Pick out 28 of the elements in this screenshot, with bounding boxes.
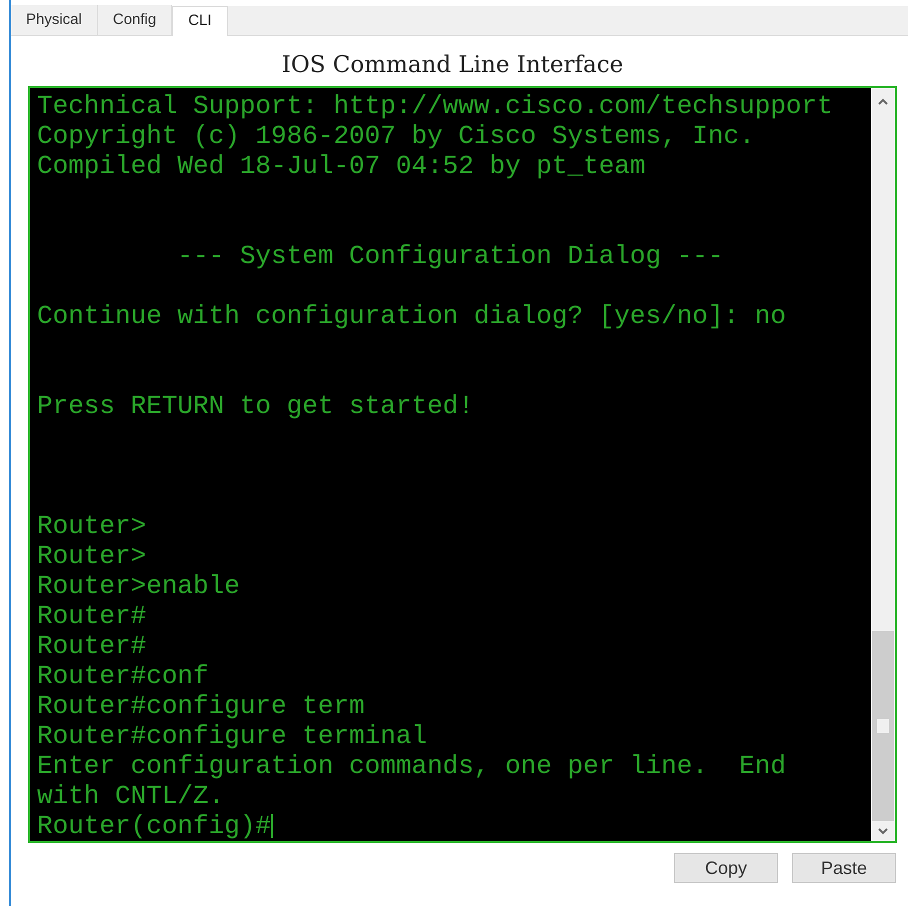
scroll-up-icon[interactable] xyxy=(877,98,889,106)
terminal-line: Compiled Wed 18-Jul-07 04:52 by pt_team xyxy=(37,151,646,181)
panel-title: IOS Command Line Interface xyxy=(282,51,624,80)
text-cursor xyxy=(271,814,274,838)
terminal-line: --- System Configuration Dialog --- xyxy=(176,241,724,271)
scrollbar-thumb[interactable] xyxy=(872,631,894,821)
terminal-line: Router#conf xyxy=(37,661,209,691)
terminal-line: Router> xyxy=(37,511,146,541)
terminal-line: Technical Support: http://www.cisco.com/techsupport xyxy=(37,91,833,121)
terminal-line: Press RETURN to get started! xyxy=(37,391,474,421)
terminal-line: with CNTL/Z. xyxy=(37,781,224,811)
terminal-line: Router# xyxy=(37,631,146,661)
terminal-line: Router> xyxy=(37,541,146,571)
action-button[interactable]: Copy xyxy=(674,853,778,883)
terminal-line: Enter configuration commands, one per line. End xyxy=(37,751,786,781)
terminal-line: Continue with configuration dialog? [yes/no]: no xyxy=(37,301,786,331)
scrollbar[interactable] xyxy=(871,88,895,841)
tab[interactable]: CLI xyxy=(172,6,228,36)
terminal-prompt: Router(config)# xyxy=(37,811,272,841)
tab[interactable]: Physical xyxy=(11,5,98,35)
terminal-line: Copyright (c) 1986-2007 by Cisco Systems, Inc. xyxy=(37,121,755,151)
action-button[interactable]: Paste xyxy=(792,853,896,883)
terminal-line: Router>enable xyxy=(37,571,240,601)
terminal-line: Router# xyxy=(37,601,146,631)
tab[interactable]: Config xyxy=(98,5,172,35)
scroll-down-icon[interactable] xyxy=(877,827,889,835)
terminal-line: Router#configure terminal xyxy=(37,721,428,751)
terminal-line: Router#configure term xyxy=(37,691,365,721)
